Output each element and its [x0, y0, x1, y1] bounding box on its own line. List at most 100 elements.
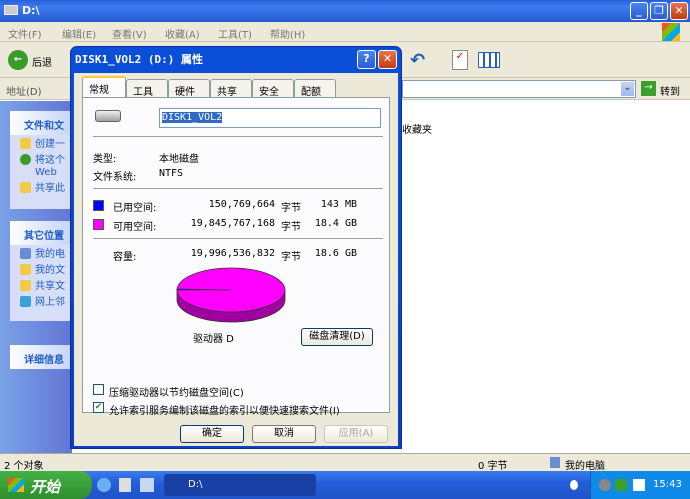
views-icon[interactable]	[478, 52, 500, 68]
dialog-close-button[interactable]: ✕	[378, 50, 397, 69]
taskbar-task-label: D:\	[188, 479, 203, 490]
used-unit: 字节	[281, 203, 301, 214]
file-tasks-box: 文件和文 创建一 将这个 Web 共享此	[10, 111, 72, 209]
used-color-swatch	[93, 200, 104, 211]
menu-tools[interactable]: 工具(T)	[218, 26, 252, 41]
hard-drive-icon	[95, 110, 121, 122]
disk-cleanup-button[interactable]: 磁盘清理(D)	[301, 328, 373, 346]
fs-label: 文件系统:	[93, 172, 137, 183]
index-label[interactable]: 允许索引服务编制该磁盘的索引以便快速搜索文件(I)	[109, 402, 340, 417]
start-button[interactable]: 开始	[0, 471, 92, 499]
volume-name-value: DISK1_VOL2	[162, 112, 223, 123]
task-share[interactable]: 共享此	[10, 179, 72, 195]
capacity-size: 18.6 GB	[314, 248, 357, 259]
place-network[interactable]: 网上邻	[10, 293, 72, 309]
favorites-text: 收藏夹	[402, 125, 432, 136]
volume-name-input[interactable]: DISK1_VOL2	[159, 108, 381, 128]
free-bytes: 19,845,767,168	[190, 218, 275, 229]
tab-security[interactable]: 安全	[252, 79, 294, 98]
task-publish-web[interactable]: Web	[10, 167, 72, 179]
capacity-unit: 字节	[281, 252, 301, 263]
compress-checkbox[interactable]	[93, 384, 104, 395]
fs-value: NTFS	[159, 168, 184, 179]
properties-icon[interactable]: ✓	[452, 50, 468, 70]
ok-button[interactable]: 确定	[180, 425, 244, 443]
explorer-title: D:\	[22, 4, 40, 17]
taskbar: D:\ 15:43	[0, 471, 690, 499]
clock[interactable]: 15:43	[653, 479, 682, 490]
taskbar-explorer-button[interactable]: D:\	[164, 474, 316, 496]
quicklaunch-icon[interactable]	[119, 478, 131, 492]
address-label: 地址(D)	[6, 87, 42, 98]
other-places-title[interactable]: 其它位置	[10, 221, 72, 245]
back-label[interactable]: 后退	[32, 54, 52, 69]
start-label: 开始	[30, 478, 61, 496]
used-label: 已用空间:	[113, 203, 157, 214]
details-title[interactable]: 详细信息	[10, 345, 72, 369]
task-pane: 文件和文 创建一 将这个 Web 共享此 其它位置 我的电 我的文 共享文 网上…	[0, 101, 72, 453]
task-publish[interactable]: 将这个	[10, 151, 72, 167]
tab-tools[interactable]: 工具	[126, 79, 168, 98]
place-my-computer[interactable]: 我的电	[10, 245, 72, 261]
tab-hardware[interactable]: 硬件	[168, 79, 210, 98]
capacity-bytes: 19,996,536,832	[190, 248, 275, 259]
tray-network-icon[interactable]	[599, 479, 611, 491]
status-bar: 2 个对象 0 字节 我的电脑	[0, 453, 690, 472]
tray-security-icon[interactable]	[615, 479, 627, 491]
dialog-title: DISK1_VOL2 (D:) 属性	[75, 53, 203, 66]
status-objects: 2 个对象	[4, 461, 44, 472]
go-label[interactable]: 转到	[660, 83, 680, 98]
menu-favorites[interactable]: 收藏(A)	[165, 26, 200, 41]
status-size: 0 字节	[478, 461, 508, 472]
address-dropdown-icon[interactable]: ⌄	[620, 81, 635, 97]
menu-edit[interactable]: 编辑(E)	[62, 26, 96, 41]
type-value: 本地磁盘	[159, 154, 199, 165]
properties-dialog: DISK1_VOL2 (D:) 属性 ? ✕ 常规 工具 硬件 共享 安全 配额…	[70, 46, 402, 449]
details-box: 详细信息	[10, 345, 72, 369]
back-arrow-icon[interactable]: ←	[8, 50, 28, 70]
cancel-button[interactable]: 取消	[252, 425, 316, 443]
index-checkbox[interactable]: ✔	[93, 402, 104, 413]
go-arrow-icon[interactable]: →	[641, 81, 656, 96]
drive-icon	[4, 5, 18, 15]
place-shared-docs[interactable]: 共享文	[10, 277, 72, 293]
type-label: 类型:	[93, 154, 117, 165]
drive-label: 驱动器 D	[193, 334, 234, 345]
help-button[interactable]: ?	[357, 50, 376, 69]
ie-icon[interactable]	[97, 478, 111, 492]
place-my-documents[interactable]: 我的文	[10, 261, 72, 277]
tray-arrow-icon[interactable]	[570, 480, 578, 490]
menubar: 文件(F) 编辑(E) 查看(V) 收藏(A) 工具(T) 帮助(H)	[0, 22, 690, 42]
explorer-titlebar: D:\ _ ❐ ✕	[0, 0, 690, 22]
maximize-button[interactable]: ❐	[650, 2, 668, 20]
tray-computer-icon[interactable]	[633, 479, 645, 491]
system-tray: 15:43	[590, 471, 690, 499]
disk-usage-pie	[176, 267, 286, 323]
menu-view[interactable]: 查看(V)	[112, 26, 147, 41]
close-button[interactable]: ✕	[670, 2, 688, 20]
windows-start-icon	[8, 478, 24, 492]
separator	[93, 136, 383, 137]
computer-icon	[550, 457, 560, 468]
task-create[interactable]: 创建一	[10, 135, 72, 151]
apply-button[interactable]: 应用(A)	[324, 425, 388, 443]
desktop-icon[interactable]	[140, 478, 154, 492]
menu-file[interactable]: 文件(F)	[8, 26, 42, 41]
windows-logo-icon	[662, 23, 680, 41]
menu-help[interactable]: 帮助(H)	[270, 26, 305, 41]
free-size: 18.4 GB	[314, 218, 357, 229]
tab-general[interactable]: 常规	[82, 76, 126, 98]
other-places-box: 其它位置 我的电 我的文 共享文 网上邻	[10, 221, 72, 321]
tab-sharing[interactable]: 共享	[210, 79, 252, 98]
used-bytes: 150,769,664	[208, 199, 275, 210]
free-label: 可用空间:	[113, 222, 157, 233]
minimize-button[interactable]: _	[630, 2, 648, 20]
used-size: 143 MB	[320, 199, 357, 210]
free-color-swatch	[93, 219, 104, 230]
tab-quota[interactable]: 配额	[294, 79, 336, 98]
file-tasks-title[interactable]: 文件和文	[10, 111, 72, 135]
compress-label[interactable]: 压缩驱动器以节约磁盘空间(C)	[109, 384, 244, 399]
address-input[interactable]	[402, 80, 636, 98]
undo-icon[interactable]: ↶	[410, 50, 425, 71]
separator	[93, 188, 383, 189]
